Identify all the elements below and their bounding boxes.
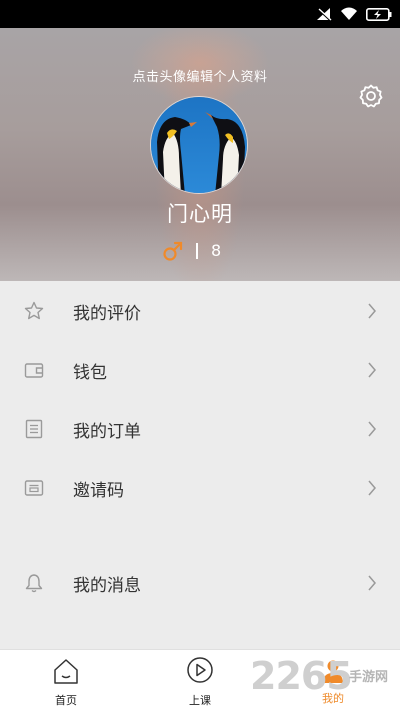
signal-muted-icon xyxy=(316,7,332,21)
male-icon xyxy=(163,241,183,261)
menu-label: 我的消息 xyxy=(73,576,141,596)
nav-class[interactable]: 上课 xyxy=(170,656,230,708)
wallet-icon xyxy=(24,363,44,378)
edit-profile-hint[interactable]: 点击头像编辑个人资料 xyxy=(0,66,400,85)
order-list-icon xyxy=(25,419,43,439)
profile-meta: 8 xyxy=(0,240,400,264)
nav-home[interactable]: 首页 xyxy=(36,656,96,708)
watermark: 2265 手游网 我的 xyxy=(250,652,400,708)
chevron-right-icon xyxy=(368,362,376,378)
meta-divider xyxy=(196,243,198,259)
menu-item-reviews[interactable]: 我的评价 xyxy=(0,281,400,340)
chevron-right-icon xyxy=(368,303,376,319)
nav-label: 上课 xyxy=(189,694,211,707)
username: 门心明 xyxy=(167,202,233,226)
menu-item-orders[interactable]: 我的订单 xyxy=(0,399,400,458)
menu-label: 我的评价 xyxy=(73,304,141,324)
play-icon xyxy=(187,657,213,683)
star-icon xyxy=(24,301,44,320)
gear-icon[interactable] xyxy=(358,83,384,109)
home-icon xyxy=(54,659,78,684)
menu-item-messages[interactable]: 我的消息 xyxy=(0,553,400,612)
menu-label: 我的订单 xyxy=(73,422,141,442)
battery-charging-icon xyxy=(366,7,392,21)
menu-item-invite-code[interactable]: 邀请码 xyxy=(0,458,400,517)
nav-label: 首页 xyxy=(55,694,77,707)
chevron-right-icon xyxy=(368,575,376,591)
age-value: 8 xyxy=(211,241,222,260)
avatar[interactable] xyxy=(150,96,248,194)
bell-icon xyxy=(25,574,43,593)
wifi-icon xyxy=(341,7,357,20)
menu-label: 钱包 xyxy=(73,363,107,383)
status-icons xyxy=(316,5,392,23)
chevron-right-icon xyxy=(368,480,376,496)
invite-code-icon xyxy=(24,480,44,496)
nav-profile-label[interactable]: 我的 xyxy=(322,690,344,706)
status-bar xyxy=(0,0,400,28)
watermark-site: 手游网 xyxy=(349,670,389,685)
menu-item-wallet[interactable]: 钱包 xyxy=(0,340,400,399)
chevron-right-icon xyxy=(368,421,376,437)
menu-label: 邀请码 xyxy=(73,481,124,501)
profile-header: 点击头像编辑个人资料 门心明 8 xyxy=(0,28,400,281)
